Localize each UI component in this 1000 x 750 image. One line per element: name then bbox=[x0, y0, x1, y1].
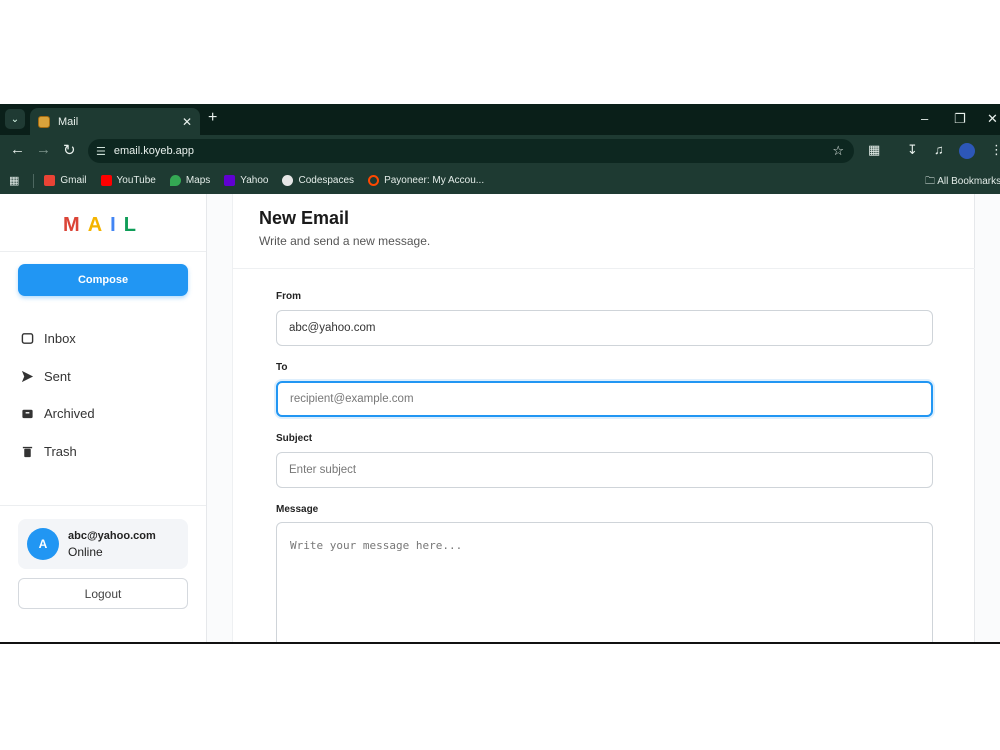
extensions-icon[interactable]: ▦ bbox=[868, 142, 880, 158]
maps-icon bbox=[169, 175, 181, 186]
bookmark-star-icon[interactable]: ☆ bbox=[832, 143, 844, 159]
to-field[interactable] bbox=[276, 381, 933, 417]
github-icon bbox=[282, 175, 294, 186]
yahoo-icon bbox=[224, 175, 236, 186]
page-subtitle: Write and send a new message. bbox=[259, 234, 431, 248]
inbox-icon bbox=[21, 332, 34, 344]
app-logo: MAIL bbox=[63, 214, 144, 236]
mail-app: MAIL Compose Inbox Sent Archived Trash A… bbox=[0, 194, 1000, 643]
compose-panel: New Email Write and send a new message. … bbox=[232, 194, 975, 643]
avatar: A bbox=[27, 528, 59, 560]
send-icon bbox=[21, 370, 34, 382]
tab-strip: ⌄ Mail ✕ + – ❐ ✕ bbox=[0, 104, 1000, 135]
sidebar-item-label: Archived bbox=[44, 405, 95, 421]
browser-toolbar: ← → ↻ ☰ email.koyeb.app ☆ ▦ ↧ ♫ ⋮ bbox=[0, 135, 1000, 167]
page-title: New Email bbox=[259, 208, 350, 228]
url-text: email.koyeb.app bbox=[113, 145, 194, 157]
menu-icon[interactable]: ⋮ bbox=[990, 142, 1000, 158]
browser-chrome: ⌄ Mail ✕ + – ❐ ✕ ← → ↻ ☰ email.koyeb.app… bbox=[0, 104, 1000, 194]
logout-button[interactable]: Logout bbox=[18, 578, 188, 609]
download-icon[interactable]: ↧ bbox=[907, 142, 918, 158]
user-status: Online bbox=[68, 545, 103, 559]
tab-favicon-icon bbox=[38, 115, 50, 128]
sidebar-item-label: Inbox bbox=[44, 330, 76, 346]
subject-field[interactable] bbox=[276, 452, 933, 488]
reload-icon[interactable]: ↻ bbox=[63, 141, 76, 159]
folder-icon: 🗀 bbox=[925, 176, 935, 187]
apps-grid-icon[interactable]: ▦ bbox=[9, 174, 19, 187]
sidebar-item-trash[interactable]: Trash bbox=[18, 439, 188, 463]
from-field[interactable] bbox=[276, 310, 933, 346]
screen-edge bbox=[0, 642, 1000, 644]
compose-button[interactable]: Compose bbox=[18, 264, 188, 296]
youtube-icon bbox=[100, 175, 112, 186]
sidebar-item-sent[interactable]: Sent bbox=[18, 364, 188, 388]
forward-icon[interactable]: → bbox=[36, 141, 51, 158]
gmail-icon bbox=[44, 175, 56, 186]
bookmark-youtube[interactable]: YouTube bbox=[100, 175, 156, 186]
sidebar-item-archived[interactable]: Archived bbox=[18, 401, 188, 425]
sidebar-item-label: Trash bbox=[44, 443, 77, 459]
from-label: From bbox=[276, 291, 301, 302]
sidebar-divider bbox=[0, 251, 206, 252]
message-field[interactable] bbox=[276, 522, 933, 643]
sidebar: MAIL Compose Inbox Sent Archived Trash A… bbox=[0, 194, 207, 643]
bookmark-gmail[interactable]: Gmail bbox=[44, 175, 87, 186]
browser-tab[interactable]: Mail ✕ bbox=[30, 108, 200, 135]
tab-close-icon[interactable]: ✕ bbox=[182, 115, 192, 129]
bookmarks-bar: ▦ Gmail YouTube Maps Yahoo Codespaces Pa… bbox=[0, 167, 1000, 194]
message-label: Message bbox=[276, 504, 319, 515]
archive-icon bbox=[22, 409, 33, 418]
payoneer-icon bbox=[368, 175, 380, 186]
new-tab-icon[interactable]: + bbox=[208, 109, 217, 127]
header-divider bbox=[233, 268, 975, 269]
sidebar-item-inbox[interactable]: Inbox bbox=[18, 326, 188, 350]
back-icon[interactable]: ← bbox=[10, 141, 25, 158]
minimize-icon[interactable]: – bbox=[921, 111, 928, 126]
bookmark-separator bbox=[33, 173, 35, 188]
media-icon[interactable]: ♫ bbox=[934, 142, 944, 157]
sidebar-item-label: Sent bbox=[44, 368, 71, 384]
address-bar[interactable]: ☰ email.koyeb.app ☆ bbox=[88, 139, 854, 163]
restore-icon[interactable]: ❐ bbox=[954, 111, 966, 127]
bookmark-yahoo[interactable]: Yahoo bbox=[224, 175, 268, 186]
close-window-icon[interactable]: ✕ bbox=[987, 111, 998, 127]
site-info-icon[interactable]: ☰ bbox=[96, 145, 106, 158]
user-email: abc@yahoo.com bbox=[68, 530, 156, 542]
profile-avatar-icon[interactable] bbox=[959, 143, 975, 159]
tab-search-icon[interactable]: ⌄ bbox=[5, 109, 25, 129]
tab-title: Mail bbox=[58, 115, 79, 128]
subject-label: Subject bbox=[276, 433, 313, 444]
trash-icon bbox=[22, 446, 33, 457]
bookmark-payoneer[interactable]: Payoneer: My Accou... bbox=[368, 175, 484, 186]
sidebar-divider bbox=[0, 505, 206, 506]
bookmark-codespaces[interactable]: Codespaces bbox=[282, 175, 354, 186]
all-bookmarks[interactable]: 🗀 All Bookmarks bbox=[925, 174, 1000, 191]
to-label: To bbox=[276, 362, 288, 373]
bookmark-maps[interactable]: Maps bbox=[169, 175, 210, 186]
user-card: A abc@yahoo.com Online bbox=[18, 519, 188, 569]
